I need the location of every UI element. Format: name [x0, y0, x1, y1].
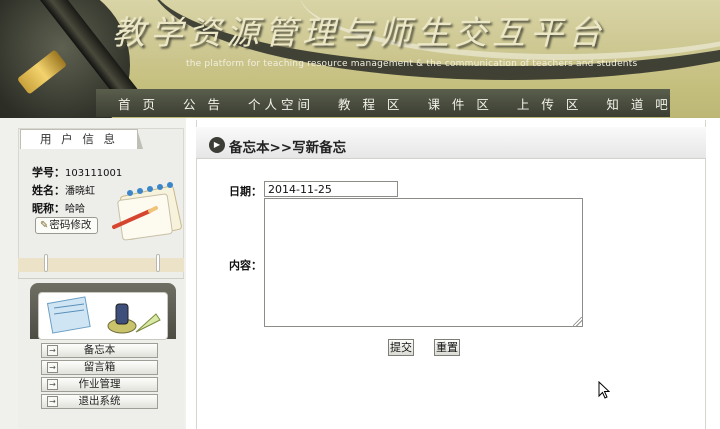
menu-illustration: [46, 296, 161, 334]
nav-announcements[interactable]: 公 告: [171, 94, 236, 113]
content-label: 内容：: [229, 259, 262, 272]
date-input[interactable]: [264, 181, 398, 197]
menu-item-logout[interactable]: → 退出系统: [41, 394, 158, 409]
student-id-row: 学号：103111001: [32, 164, 122, 182]
name-label: 姓名：: [32, 184, 65, 197]
menu-item-message-box-label: 留言箱: [83, 361, 116, 373]
arrow-right-icon: →: [47, 396, 58, 407]
page-title: 备忘本>>写新备忘: [229, 140, 347, 156]
reset-button[interactable]: 重置: [434, 339, 460, 356]
menu-item-homework[interactable]: → 作业管理: [41, 377, 158, 392]
notebook-illustration: [112, 182, 182, 241]
divider-clip: [44, 254, 48, 272]
mouse-cursor-icon: [598, 381, 610, 399]
arrow-right-icon: →: [47, 362, 58, 373]
panel-divider: [18, 254, 184, 272]
pencil-icon: ✎: [40, 220, 49, 231]
nav-home[interactable]: 首 页: [96, 94, 171, 113]
user-info-tab: 用 户 信 息: [20, 129, 143, 149]
menu-item-logout-label: 退出系统: [78, 395, 121, 407]
change-password-label: 密码修改: [49, 219, 92, 231]
nav-personal-space[interactable]: 个人空间: [236, 94, 326, 113]
change-password-button[interactable]: ✎密码修改: [35, 217, 98, 234]
site-title: 教学资源管理与师生交互平台: [112, 13, 606, 52]
site-subtitle: the platform for teaching resource manag…: [186, 59, 638, 69]
name-value: 潘晓虹: [65, 186, 95, 197]
nav-upload[interactable]: 上 传 区: [505, 94, 594, 113]
nickname-value: 哈哈: [65, 204, 85, 215]
nav-tutorials[interactable]: 教 程 区: [326, 94, 415, 113]
menu-item-homework-label: 作业管理: [78, 378, 121, 390]
user-info: 学号：103111001 姓名：潘晓虹 昵称：哈哈: [32, 164, 122, 218]
nav-courseware[interactable]: 课 件 区: [415, 94, 504, 113]
name-row: 姓名：潘晓虹: [32, 182, 122, 200]
main-nav: 首 页 公 告 个人空间 教 程 区 课 件 区 上 传 区 知 道 吧: [96, 89, 670, 117]
date-label: 日期：: [229, 185, 262, 198]
play-circle-icon: ▶: [209, 137, 225, 153]
submit-button[interactable]: 提交: [388, 339, 414, 356]
student-id-label: 学号：: [32, 166, 65, 179]
menu-item-memo[interactable]: → 备忘本: [41, 343, 158, 358]
menu-item-memo-label: 备忘本: [83, 344, 116, 356]
nickname-label: 昵称：: [32, 202, 65, 215]
content-textarea[interactable]: [264, 198, 583, 327]
arrow-right-icon: →: [47, 345, 58, 356]
nickname-row: 昵称：哈哈: [32, 200, 122, 218]
menu-item-message-box[interactable]: → 留言箱: [41, 360, 158, 375]
arrow-right-icon: →: [47, 379, 58, 390]
nav-knowledge[interactable]: 知 道 吧: [594, 94, 683, 113]
textarea-resize-handle[interactable]: [573, 317, 582, 326]
student-id-value: 103111001: [65, 168, 123, 179]
divider-clip: [156, 254, 160, 272]
